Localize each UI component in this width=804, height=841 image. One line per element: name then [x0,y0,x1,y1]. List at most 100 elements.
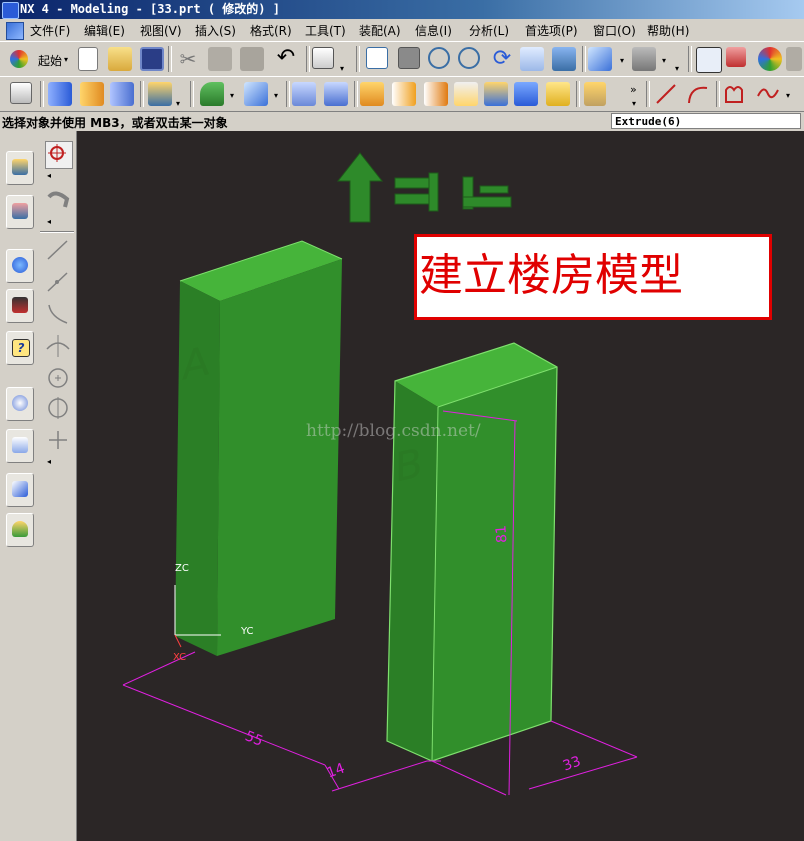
toolbar-overflow-icon[interactable]: » [630,83,637,96]
training-tab[interactable] [6,289,34,323]
tangent-arc-icon[interactable] [45,333,71,359]
render-style-icon[interactable] [552,47,576,71]
menu-assemblies[interactable]: 装配(A) [359,22,401,39]
menu-analysis[interactable]: 分析(L) [469,22,509,39]
building-b[interactable] [386,342,558,762]
zoom-window-icon[interactable] [398,47,420,69]
building-b-label: B [395,440,423,492]
shell-icon[interactable] [454,82,478,106]
standard-toolbar: 起始 ▾ ✂ ↶ ▾ ⟳ ▾ ▾ ▾ [0,41,804,78]
palette-icon[interactable] [758,47,782,71]
process-studio-tab[interactable] [6,473,34,507]
undo-icon[interactable]: ↶ [274,47,298,71]
menu-format[interactable]: 格式(R) [250,22,292,39]
cut-icon[interactable]: ✂ [176,47,200,71]
menu-bar: 文件(F) 编辑(E) 视图(V) 插入(S) 格式(R) 工具(T) 装配(A… [0,19,804,42]
selection-filter-icon[interactable] [312,47,334,69]
fit-view-icon[interactable] [366,47,388,69]
zoom-icon[interactable] [428,47,450,69]
chevron-down-icon[interactable]: ▾ [786,91,790,100]
circle-through-points-icon[interactable] [45,395,71,421]
chevron-left-icon[interactable]: ◂ [47,171,51,180]
menu-insert[interactable]: 插入(S) [195,22,236,39]
hole-icon[interactable] [292,82,316,106]
copy-icon[interactable] [208,47,232,71]
graphics-window[interactable]: A B ZC YC XC 55 14 33 81 http://blog.csd… [77,131,804,841]
revolve-icon[interactable] [80,82,104,106]
circle-tool-icon[interactable] [45,365,71,391]
draft-icon[interactable] [484,82,508,106]
display-mode-icon[interactable] [632,47,656,71]
open-folder-icon[interactable] [108,47,132,71]
chevron-left-icon[interactable]: ◂ [47,457,51,466]
block-icon[interactable] [244,82,268,106]
menu-window[interactable]: 窗口(O) [593,22,636,39]
new-file-icon[interactable] [78,47,98,71]
arrow-text-feature[interactable] [336,152,384,223]
spline-icon[interactable] [756,82,780,106]
menu-information[interactable]: 信息(I) [415,22,452,39]
caption-box: 建立楼房模型 [414,234,772,320]
document-menu-icon[interactable] [6,22,24,40]
sketch-icon[interactable] [10,82,32,104]
save-icon[interactable] [140,47,164,71]
boss-icon[interactable] [324,82,348,106]
line-through-points-icon[interactable] [45,269,71,295]
wcs-dynamic-icon[interactable] [696,47,722,73]
history-tab[interactable] [6,387,34,421]
more-tools-icon[interactable] [786,47,802,71]
start-icon [10,50,28,68]
trim-body-icon[interactable] [584,82,606,106]
menu-view[interactable]: 视图(V) [140,22,182,39]
rotate-icon[interactable]: ⟳ [490,47,514,71]
dimension-height-b[interactable]: 81 [493,525,510,544]
chevron-down-icon[interactable]: ▾ [620,56,624,65]
offset-face-icon[interactable] [514,82,538,106]
wcs-triad[interactable] [171,581,231,651]
pad-icon[interactable] [360,82,384,106]
snap-point-icon[interactable] [45,141,73,169]
chevron-down-icon[interactable]: ▾ [340,64,344,73]
roles-tab[interactable] [6,513,34,547]
arc-tool-icon[interactable] [45,301,71,327]
nx-app-icon [2,2,19,19]
help-tab[interactable]: ? [6,331,34,365]
menu-tools[interactable]: 工具(T) [305,22,346,39]
reuse-library-tab[interactable] [6,429,34,463]
line-tool-icon[interactable] [45,237,71,263]
chamfer-icon[interactable] [424,82,448,106]
chevron-down-icon[interactable]: ▾ [230,91,234,100]
chevron-down-icon[interactable]: ▾ [662,56,666,65]
menu-edit[interactable]: 编辑(E) [84,22,125,39]
datum-plane-icon[interactable] [148,82,172,106]
chevron-down-icon[interactable]: ▾ [176,99,180,108]
assembly-navigator-tab[interactable] [6,151,34,185]
arc-icon[interactable] [686,82,710,106]
zoom-in-out-icon[interactable] [458,47,480,69]
sweep-icon[interactable] [110,82,134,106]
pan-icon[interactable] [520,47,544,71]
point-tool-icon[interactable] [45,427,71,453]
instance-icon[interactable] [546,82,570,106]
chinese-text-feature[interactable] [394,172,512,212]
part-navigator-tab[interactable] [6,195,34,229]
edge-blend-icon[interactable] [392,82,416,106]
start-button[interactable]: 起始 ▾ [8,47,70,71]
assembly-navigator-icon [12,159,28,175]
menu-preferences[interactable]: 首选项(P) [525,22,578,39]
chevron-down-icon[interactable]: ▾ [675,64,679,73]
paste-icon[interactable] [240,47,264,71]
orient-view-icon[interactable] [588,47,612,71]
extrude-icon[interactable] [48,82,72,106]
menu-help[interactable]: 帮助(H) [647,22,689,39]
line-icon[interactable] [654,82,678,106]
wcs-origin-icon[interactable] [726,47,746,67]
menu-file[interactable]: 文件(F) [30,22,70,39]
chevron-down-icon[interactable]: ▾ [632,99,636,108]
chevron-down-icon[interactable]: ▾ [274,91,278,100]
curve-outline-icon[interactable] [722,82,746,106]
boolean-icon[interactable] [200,82,224,106]
chevron-left-icon[interactable]: ◂ [47,217,51,226]
web-browser-tab[interactable] [6,249,34,283]
select-curve-icon[interactable] [45,187,71,213]
